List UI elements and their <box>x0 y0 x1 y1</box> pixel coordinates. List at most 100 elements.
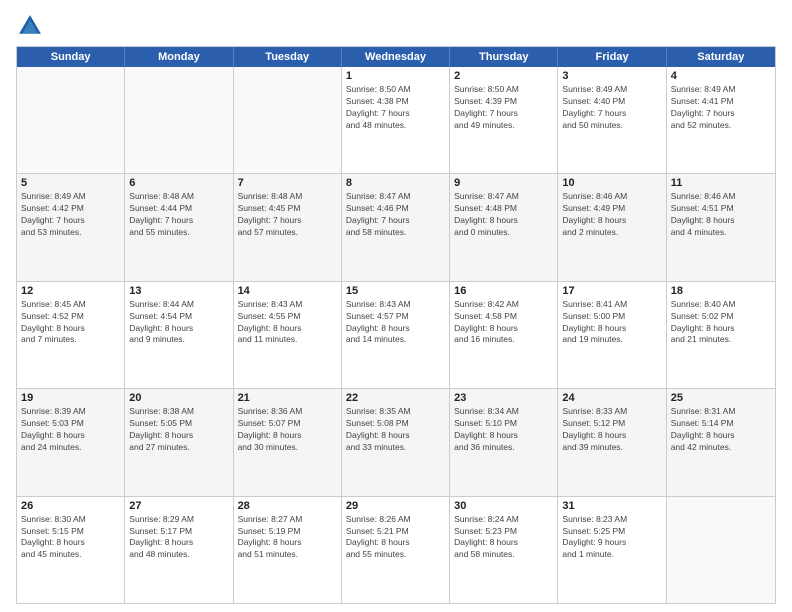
day-number: 23 <box>454 392 553 404</box>
day-info: Sunrise: 8:43 AM Sunset: 4:55 PM Dayligh… <box>238 299 337 347</box>
day-number: 3 <box>562 70 661 82</box>
calendar-day-1: 1Sunrise: 8:50 AM Sunset: 4:38 PM Daylig… <box>342 67 450 173</box>
day-info: Sunrise: 8:38 AM Sunset: 5:05 PM Dayligh… <box>129 406 228 454</box>
calendar-day-empty <box>125 67 233 173</box>
logo <box>16 12 48 40</box>
calendar-day-6: 6Sunrise: 8:48 AM Sunset: 4:44 PM Daylig… <box>125 174 233 280</box>
day-info: Sunrise: 8:27 AM Sunset: 5:19 PM Dayligh… <box>238 514 337 562</box>
day-number: 2 <box>454 70 553 82</box>
calendar-week-1: 1Sunrise: 8:50 AM Sunset: 4:38 PM Daylig… <box>17 67 775 173</box>
header <box>16 12 776 40</box>
day-number: 4 <box>671 70 771 82</box>
day-info: Sunrise: 8:49 AM Sunset: 4:40 PM Dayligh… <box>562 84 661 132</box>
day-info: Sunrise: 8:35 AM Sunset: 5:08 PM Dayligh… <box>346 406 445 454</box>
day-info: Sunrise: 8:45 AM Sunset: 4:52 PM Dayligh… <box>21 299 120 347</box>
calendar-day-30: 30 Sunrise: 8:24 AM Sunset: 5:23 PM Dayli… <box>450 497 558 603</box>
calendar-day-26: 26 Sunrise: 8:30 AM Sunset: 5:15 PM Dayli… <box>17 497 125 603</box>
day-number: 8 <box>346 177 445 189</box>
calendar-day-12: 12 Sunrise: 8:45 AM Sunset: 4:52 PM Dayli… <box>17 282 125 388</box>
calendar-day-7: 7 Sunrise: 8:48 AM Sunset: 4:45 PM Daylig… <box>234 174 342 280</box>
day-info: Sunrise: 8:24 AM Sunset: 5:23 PM Dayligh… <box>454 514 553 562</box>
header-day-thursday: Thursday <box>450 47 558 67</box>
calendar-day-9: 9 Sunrise: 8:47 AM Sunset: 4:48 PM Daylig… <box>450 174 558 280</box>
day-number: 19 <box>21 392 120 404</box>
day-info: Sunrise: 8:42 AM Sunset: 4:58 PM Dayligh… <box>454 299 553 347</box>
calendar-day-10: 10 Sunrise: 8:46 AM Sunset: 4:49 PM Dayli… <box>558 174 666 280</box>
day-info: Sunrise: 8:30 AM Sunset: 5:15 PM Dayligh… <box>21 514 120 562</box>
day-info: Sunrise: 8:49 AM Sunset: 4:41 PM Dayligh… <box>671 84 771 132</box>
day-number: 12 <box>21 285 120 297</box>
calendar-day-16: 16 Sunrise: 8:42 AM Sunset: 4:58 PM Dayli… <box>450 282 558 388</box>
day-number: 6 <box>129 177 228 189</box>
header-day-sunday: Sunday <box>17 47 125 67</box>
day-number: 28 <box>238 500 337 512</box>
calendar-body: 1Sunrise: 8:50 AM Sunset: 4:38 PM Daylig… <box>17 67 775 603</box>
day-number: 17 <box>562 285 661 297</box>
day-info: Sunrise: 8:49 AM Sunset: 4:42 PM Dayligh… <box>21 191 120 239</box>
day-number: 20 <box>129 392 228 404</box>
day-info: Sunrise: 8:36 AM Sunset: 5:07 PM Dayligh… <box>238 406 337 454</box>
day-info: Sunrise: 8:44 AM Sunset: 4:54 PM Dayligh… <box>129 299 228 347</box>
day-number: 11 <box>671 177 771 189</box>
day-info: Sunrise: 8:26 AM Sunset: 5:21 PM Dayligh… <box>346 514 445 562</box>
header-day-saturday: Saturday <box>667 47 775 67</box>
calendar-day-22: 22 Sunrise: 8:35 AM Sunset: 5:08 PM Dayli… <box>342 389 450 495</box>
header-day-wednesday: Wednesday <box>342 47 450 67</box>
day-number: 30 <box>454 500 553 512</box>
calendar-week-4: 19 Sunrise: 8:39 AM Sunset: 5:03 PM Dayli… <box>17 388 775 495</box>
day-info: Sunrise: 8:34 AM Sunset: 5:10 PM Dayligh… <box>454 406 553 454</box>
calendar-day-2: 2 Sunrise: 8:50 AM Sunset: 4:39 PM Daylig… <box>450 67 558 173</box>
calendar-day-3: 3 Sunrise: 8:49 AM Sunset: 4:40 PM Daylig… <box>558 67 666 173</box>
calendar-day-27: 27Sunrise: 8:29 AM Sunset: 5:17 PM Dayli… <box>125 497 233 603</box>
day-number: 21 <box>238 392 337 404</box>
day-number: 27 <box>129 500 228 512</box>
day-info: Sunrise: 8:23 AM Sunset: 5:25 PM Dayligh… <box>562 514 661 562</box>
day-info: Sunrise: 8:39 AM Sunset: 5:03 PM Dayligh… <box>21 406 120 454</box>
day-number: 16 <box>454 285 553 297</box>
calendar-day-empty <box>667 497 775 603</box>
day-number: 5 <box>21 177 120 189</box>
day-number: 14 <box>238 285 337 297</box>
calendar-day-empty <box>234 67 342 173</box>
calendar-day-13: 13Sunrise: 8:44 AM Sunset: 4:54 PM Dayli… <box>125 282 233 388</box>
calendar-day-11: 11Sunrise: 8:46 AM Sunset: 4:51 PM Dayli… <box>667 174 775 280</box>
calendar-day-5: 5 Sunrise: 8:49 AM Sunset: 4:42 PM Daylig… <box>17 174 125 280</box>
day-number: 10 <box>562 177 661 189</box>
day-info: Sunrise: 8:41 AM Sunset: 5:00 PM Dayligh… <box>562 299 661 347</box>
day-info: Sunrise: 8:47 AM Sunset: 4:46 PM Dayligh… <box>346 191 445 239</box>
day-number: 7 <box>238 177 337 189</box>
calendar-week-2: 5 Sunrise: 8:49 AM Sunset: 4:42 PM Daylig… <box>17 173 775 280</box>
day-info: Sunrise: 8:40 AM Sunset: 5:02 PM Dayligh… <box>671 299 771 347</box>
calendar-day-25: 25Sunrise: 8:31 AM Sunset: 5:14 PM Dayli… <box>667 389 775 495</box>
day-info: Sunrise: 8:46 AM Sunset: 4:49 PM Dayligh… <box>562 191 661 239</box>
calendar-header: SundayMondayTuesdayWednesdayThursdayFrid… <box>17 47 775 67</box>
day-number: 22 <box>346 392 445 404</box>
day-info: Sunrise: 8:33 AM Sunset: 5:12 PM Dayligh… <box>562 406 661 454</box>
day-number: 29 <box>346 500 445 512</box>
header-day-friday: Friday <box>558 47 666 67</box>
day-info: Sunrise: 8:48 AM Sunset: 4:45 PM Dayligh… <box>238 191 337 239</box>
day-info: Sunrise: 8:47 AM Sunset: 4:48 PM Dayligh… <box>454 191 553 239</box>
day-number: 31 <box>562 500 661 512</box>
logo-icon <box>16 12 44 40</box>
calendar-day-20: 20 Sunrise: 8:38 AM Sunset: 5:05 PM Dayli… <box>125 389 233 495</box>
calendar-day-21: 21 Sunrise: 8:36 AM Sunset: 5:07 PM Dayli… <box>234 389 342 495</box>
day-number: 9 <box>454 177 553 189</box>
calendar-day-24: 24 Sunrise: 8:33 AM Sunset: 5:12 PM Dayli… <box>558 389 666 495</box>
header-day-tuesday: Tuesday <box>234 47 342 67</box>
day-info: Sunrise: 8:43 AM Sunset: 4:57 PM Dayligh… <box>346 299 445 347</box>
calendar-day-31: 31 Sunrise: 8:23 AM Sunset: 5:25 PM Dayli… <box>558 497 666 603</box>
day-info: Sunrise: 8:50 AM Sunset: 4:39 PM Dayligh… <box>454 84 553 132</box>
calendar-day-23: 23 Sunrise: 8:34 AM Sunset: 5:10 PM Dayli… <box>450 389 558 495</box>
header-day-monday: Monday <box>125 47 233 67</box>
day-number: 25 <box>671 392 771 404</box>
calendar-day-4: 4 Sunrise: 8:49 AM Sunset: 4:41 PM Daylig… <box>667 67 775 173</box>
calendar-day-15: 15Sunrise: 8:43 AM Sunset: 4:57 PM Dayli… <box>342 282 450 388</box>
day-number: 18 <box>671 285 771 297</box>
day-info: Sunrise: 8:50 AM Sunset: 4:38 PM Dayligh… <box>346 84 445 132</box>
page: SundayMondayTuesdayWednesdayThursdayFrid… <box>0 0 792 612</box>
calendar-day-17: 17 Sunrise: 8:41 AM Sunset: 5:00 PM Dayli… <box>558 282 666 388</box>
day-number: 26 <box>21 500 120 512</box>
calendar-week-3: 12 Sunrise: 8:45 AM Sunset: 4:52 PM Dayli… <box>17 281 775 388</box>
day-number: 24 <box>562 392 661 404</box>
